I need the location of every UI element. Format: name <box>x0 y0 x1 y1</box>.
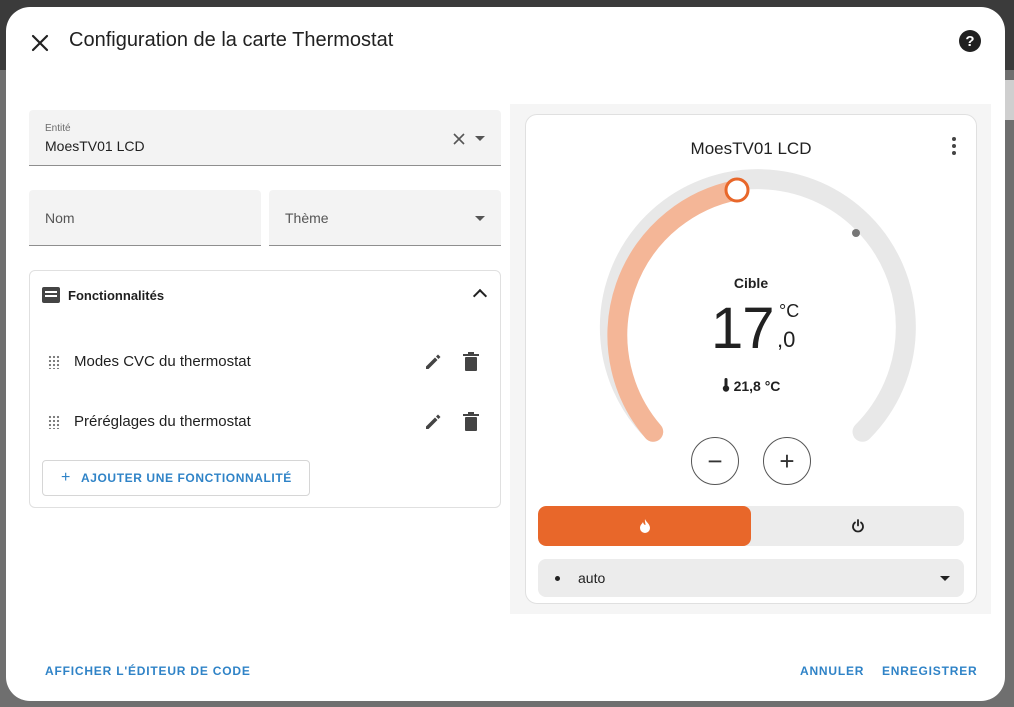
target-label: Cible <box>733 275 769 291</box>
save-button[interactable]: ENREGISTRER <box>882 664 977 678</box>
close-button[interactable] <box>26 29 54 57</box>
preset-caret-icon <box>940 576 950 581</box>
list-icon <box>42 287 60 303</box>
increase-button[interactable]: + <box>763 437 811 485</box>
features-panel: Fonctionnalités Modes CVC du thermostat … <box>29 270 501 508</box>
target-slider-handle[interactable] <box>724 177 750 203</box>
mode-heat-button[interactable] <box>538 506 751 546</box>
delete-icon[interactable] <box>462 412 480 432</box>
theme-placeholder: Thème <box>285 210 329 226</box>
edit-icon[interactable] <box>423 412 443 432</box>
power-icon <box>851 519 864 533</box>
dropdown-caret-icon[interactable] <box>475 136 485 141</box>
dialog-header: Configuration de la carte Thermostat ? <box>6 7 1005 77</box>
show-code-editor-button[interactable]: AFFICHER L'ÉDITEUR DE CODE <box>45 664 251 678</box>
minus-icon: − <box>707 445 723 476</box>
cancel-button[interactable]: ANNULER <box>800 664 864 678</box>
feature-label: Modes CVC du thermostat <box>74 353 251 370</box>
help-icon[interactable]: ? <box>959 30 981 52</box>
entity-picker[interactable]: Entité MoesTV01 LCD <box>29 110 501 166</box>
edit-icon[interactable] <box>423 352 443 372</box>
thermometer-icon <box>722 378 729 392</box>
chevron-up-icon[interactable] <box>472 288 488 304</box>
add-feature-button[interactable]: + AJOUTER UNE FONCTIONNALITÉ <box>42 460 310 496</box>
flame-icon <box>639 519 650 533</box>
target-temperature-decimal: ,0 <box>777 327 796 352</box>
current-temperature: 21,8 °C <box>526 378 976 394</box>
close-icon <box>31 34 49 52</box>
mode-off-button[interactable] <box>751 506 964 546</box>
clear-icon[interactable] <box>453 133 465 145</box>
current-temperature-marker <box>852 229 860 237</box>
preset-dot-icon <box>555 576 560 581</box>
hvac-mode-bar <box>538 506 964 546</box>
entity-value: MoesTV01 LCD <box>45 138 145 154</box>
feature-row: Préréglages du thermostat <box>30 402 500 442</box>
name-input[interactable]: Nom <box>29 190 261 246</box>
feature-label: Préréglages du thermostat <box>74 413 251 430</box>
name-placeholder: Nom <box>45 210 75 226</box>
temperature-unit: °C <box>779 301 800 321</box>
preset-value: auto <box>578 570 606 586</box>
current-temperature-value: 21,8 °C <box>733 378 781 394</box>
entity-label: Entité <box>45 123 71 134</box>
card-config-dialog: Configuration de la carte Thermostat ? E… <box>6 7 1005 701</box>
drag-handle-icon[interactable] <box>48 415 60 429</box>
theme-select[interactable]: Thème <box>269 190 501 246</box>
delete-icon[interactable] <box>462 352 480 372</box>
features-header[interactable]: Fonctionnalités <box>42 287 164 303</box>
preset-select[interactable]: auto <box>538 559 964 597</box>
decrease-button[interactable]: − <box>691 437 739 485</box>
target-temperature-integer: 17 <box>711 296 775 361</box>
add-feature-label: AJOUTER UNE FONCTIONNALITÉ <box>80 471 292 485</box>
thermostat-card-preview: MoesTV01 LCD Cible 17 °C ,0 21,8 °C − + <box>525 114 977 604</box>
dialog-title: Configuration de la carte Thermostat <box>69 29 394 51</box>
features-title: Fonctionnalités <box>68 287 165 303</box>
plus-icon: + <box>61 469 71 486</box>
plus-icon: + <box>779 445 795 476</box>
feature-row: Modes CVC du thermostat <box>30 342 500 382</box>
theme-caret-icon[interactable] <box>475 216 485 221</box>
drag-handle-icon[interactable] <box>48 355 60 369</box>
